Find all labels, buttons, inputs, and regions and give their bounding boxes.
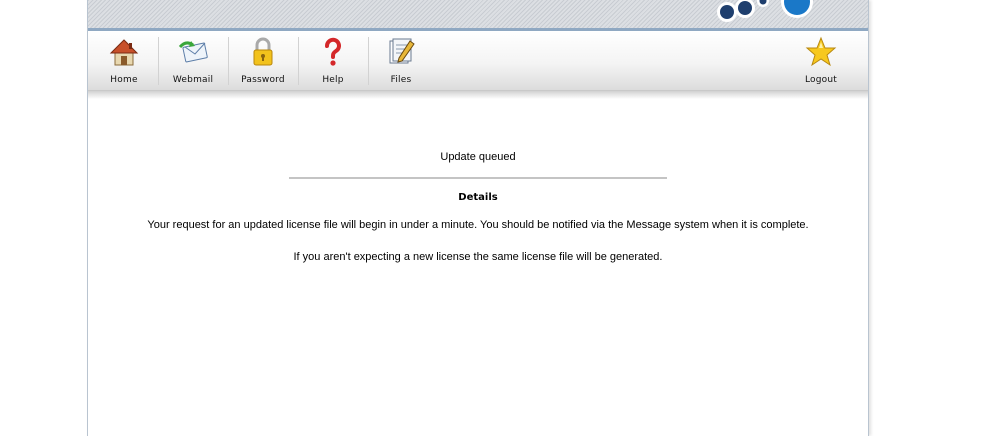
question-mark-icon bbox=[325, 37, 341, 66]
nav-logout[interactable]: Logout bbox=[787, 31, 855, 90]
details-message-2: If you aren't expecting a new license th… bbox=[293, 251, 663, 263]
home-icon bbox=[109, 39, 139, 66]
webmail-icon bbox=[178, 41, 208, 63]
details-message-1: Your request for an updated license file… bbox=[147, 219, 809, 231]
details-heading: Details bbox=[458, 192, 498, 203]
top-banner bbox=[88, 0, 868, 31]
padlock-icon bbox=[253, 37, 273, 66]
nav-logout-label: Logout bbox=[804, 75, 837, 85]
page-frame: Home Webmail Password Help Files Logout … bbox=[87, 0, 869, 436]
logo bbox=[717, 0, 813, 22]
toolbar-shadow bbox=[88, 91, 868, 99]
nav-files-label: Files bbox=[390, 75, 412, 85]
files-icon bbox=[389, 38, 415, 64]
nav-webmail[interactable]: Webmail bbox=[159, 31, 227, 90]
nav-password[interactable]: Password bbox=[229, 31, 297, 90]
nav-home-label: Home bbox=[110, 75, 138, 85]
nav-help[interactable]: Help bbox=[299, 31, 367, 90]
nav-password-label: Password bbox=[241, 75, 285, 85]
nav-home[interactable]: Home bbox=[90, 31, 158, 90]
star-icon bbox=[805, 36, 837, 67]
nav-help-label: Help bbox=[322, 75, 344, 85]
divider bbox=[289, 177, 667, 179]
main-toolbar: Home Webmail Password Help Files Logout bbox=[88, 31, 868, 91]
status-message: Update queued bbox=[440, 151, 516, 163]
nav-webmail-label: Webmail bbox=[172, 75, 214, 85]
nav-files[interactable]: Files bbox=[367, 31, 435, 90]
